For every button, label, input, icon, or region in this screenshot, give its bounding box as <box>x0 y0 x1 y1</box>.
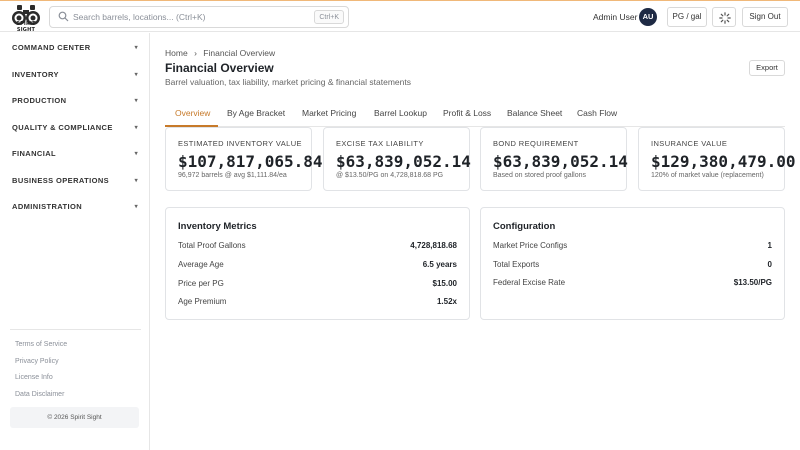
breadcrumb-current: Financial Overview <box>203 48 276 58</box>
metric-value: 1.52x <box>436 297 457 306</box>
kpi-note: 96,972 barrels @ avg $1,111.84/ea <box>178 172 287 179</box>
sidebar-item-label: INVENTORY <box>12 70 59 79</box>
kpi-card-insurance-value: INSURANCE VALUE $129,380,479.00 120% of … <box>638 127 796 191</box>
top-bar: SPIRIT SIGHT Search barrels, locations..… <box>0 0 800 33</box>
search-icon <box>58 11 69 22</box>
kpi-value: $63,839,052.14 <box>336 152 471 171</box>
metric-label: Average Age <box>178 260 224 269</box>
config-row: Market Price Configs 1 <box>493 241 772 253</box>
page-title: Financial Overview <box>165 61 274 75</box>
breadcrumb-separator: › <box>194 48 197 58</box>
metric-row: Total Proof Gallons 4,728,818.68 <box>178 241 457 253</box>
privacy-policy-link[interactable]: Privacy Policy <box>15 358 59 365</box>
search-shortcut-badge: Ctrl+K <box>314 10 344 24</box>
sidebar-divider <box>10 329 141 330</box>
brand-logo-text: SPIRIT SIGHT <box>16 21 36 33</box>
sidebar: COMMAND CENTER ▾ INVENTORY ▾ PRODUCTION … <box>0 33 150 450</box>
kpi-card-bond-requirement: BOND REQUIREMENT $63,839,052.14 Based on… <box>480 127 628 191</box>
page-subtitle: Barrel valuation, tax liability, market … <box>165 77 411 87</box>
avatar[interactable]: AU <box>639 8 657 26</box>
tab-market-pricing[interactable]: Market Pricing <box>302 108 356 118</box>
config-label: Total Exports <box>493 260 540 269</box>
metric-label: Total Proof Gallons <box>178 241 246 250</box>
sidebar-item-financial[interactable]: FINANCIAL ▾ <box>12 149 138 163</box>
kpi-label: BOND REQUIREMENT <box>493 139 579 148</box>
config-label: Market Price Configs <box>493 241 568 250</box>
sidebar-item-label: ADMINISTRATION <box>12 202 83 211</box>
kpi-value: $107,817,065.84 <box>178 152 323 171</box>
copyright-notice: © 2026 Spirit Sight <box>10 407 139 428</box>
sidebar-item-quality-compliance[interactable]: QUALITY & COMPLIANCE ▾ <box>12 123 138 137</box>
config-value: 1 <box>767 241 772 250</box>
sidebar-item-label: FINANCIAL <box>12 149 57 158</box>
chevron-down-icon: ▾ <box>134 98 138 104</box>
tab-balance-sheet[interactable]: Balance Sheet <box>507 108 562 118</box>
metric-row: Average Age 6.5 years <box>178 260 457 272</box>
unit-toggle-button[interactable]: PG / gal <box>667 7 707 27</box>
kpi-label: ESTIMATED INVENTORY VALUE <box>178 139 302 148</box>
sidebar-item-label: BUSINESS OPERATIONS <box>12 176 110 185</box>
sidebar-item-business-operations[interactable]: BUSINESS OPERATIONS ▾ <box>12 176 138 190</box>
main-content: Home › Financial Overview Financial Over… <box>150 33 800 450</box>
kpi-note: Based on stored proof gallons <box>493 172 587 179</box>
config-row: Total Exports 0 <box>493 260 772 272</box>
tab-barrel-lookup[interactable]: Barrel Lookup <box>374 108 427 118</box>
inventory-metrics-panel: Inventory Metrics Total Proof Gallons 4,… <box>165 207 470 320</box>
sidebar-item-production[interactable]: PRODUCTION ▾ <box>12 96 138 110</box>
sidebar-item-label: QUALITY & COMPLIANCE <box>12 123 113 132</box>
kpi-label: EXCISE TAX LIABILITY <box>336 139 424 148</box>
theme-toggle-button[interactable] <box>712 7 736 27</box>
export-button[interactable]: Export <box>749 60 785 76</box>
metric-value: 6.5 years <box>422 260 457 269</box>
config-row: Federal Excise Rate $13.50/PG <box>493 278 772 290</box>
chevron-down-icon: ▾ <box>134 45 138 51</box>
breadcrumb-home[interactable]: Home <box>165 48 188 58</box>
tab-by-age-bracket[interactable]: By Age Bracket <box>227 108 285 118</box>
sidebar-item-inventory[interactable]: INVENTORY ▾ <box>12 70 138 84</box>
metric-value: $15.00 <box>432 279 457 288</box>
loading-spinner-icon <box>719 12 731 24</box>
kpi-label: INSURANCE VALUE <box>651 139 728 148</box>
breadcrumb: Home › Financial Overview <box>165 48 279 58</box>
sidebar-item-label: PRODUCTION <box>12 96 67 105</box>
chevron-down-icon: ▾ <box>134 125 138 131</box>
license-info-link[interactable]: License Info <box>15 374 53 381</box>
kpi-value: $129,380,479.00 <box>651 152 796 171</box>
kpi-value: $63,839,052.14 <box>493 152 628 171</box>
panel-title: Configuration <box>493 221 556 232</box>
user-name: Admin User <box>593 12 638 22</box>
kpi-note: @ $13.50/PG on 4,728,818.68 PG <box>336 172 444 179</box>
search-input[interactable]: Search barrels, locations... (Ctrl+K) Ct… <box>49 6 349 28</box>
config-value: 0 <box>767 260 772 269</box>
chevron-down-icon: ▾ <box>134 151 138 157</box>
data-disclaimer-link[interactable]: Data Disclaimer <box>15 391 64 398</box>
config-label: Federal Excise Rate <box>493 278 566 287</box>
sidebar-item-label: COMMAND CENTER <box>12 43 91 52</box>
chevron-down-icon: ▾ <box>134 178 138 184</box>
tab-profit-loss[interactable]: Profit & Loss <box>443 108 491 118</box>
kpi-card-excise-tax: EXCISE TAX LIABILITY $63,839,052.14 @ $1… <box>323 127 471 191</box>
config-value: $13.50/PG <box>733 278 772 287</box>
terms-of-service-link[interactable]: Terms of Service <box>15 341 67 348</box>
metric-row: Price per PG $15.00 <box>178 279 457 291</box>
tab-cash-flow[interactable]: Cash Flow <box>577 108 617 118</box>
tab-bar: Overview By Age Bracket Market Pricing B… <box>165 103 785 127</box>
brand-logo[interactable]: SPIRIT SIGHT <box>10 4 42 33</box>
panel-title: Inventory Metrics <box>178 221 257 232</box>
kpi-note: 120% of market value (replacement) <box>651 172 764 179</box>
chevron-down-icon: ▾ <box>134 72 138 78</box>
metric-row: Age Premium 1.52x <box>178 297 457 309</box>
sidebar-item-command-center[interactable]: COMMAND CENTER ▾ <box>12 43 138 57</box>
sidebar-item-administration[interactable]: ADMINISTRATION ▾ <box>12 202 138 216</box>
metric-label: Age Premium <box>178 297 227 306</box>
sign-out-button[interactable]: Sign Out <box>742 7 788 27</box>
tab-overview[interactable]: Overview <box>175 108 210 118</box>
configuration-panel: Configuration Market Price Configs 1 Tot… <box>480 207 785 320</box>
kpi-card-inventory-value: ESTIMATED INVENTORY VALUE $107,817,065.8… <box>165 127 323 191</box>
chevron-down-icon: ▾ <box>134 204 138 210</box>
metric-value: 4,728,818.68 <box>410 241 457 250</box>
search-placeholder: Search barrels, locations... (Ctrl+K) <box>73 12 206 22</box>
metric-label: Price per PG <box>178 279 224 288</box>
